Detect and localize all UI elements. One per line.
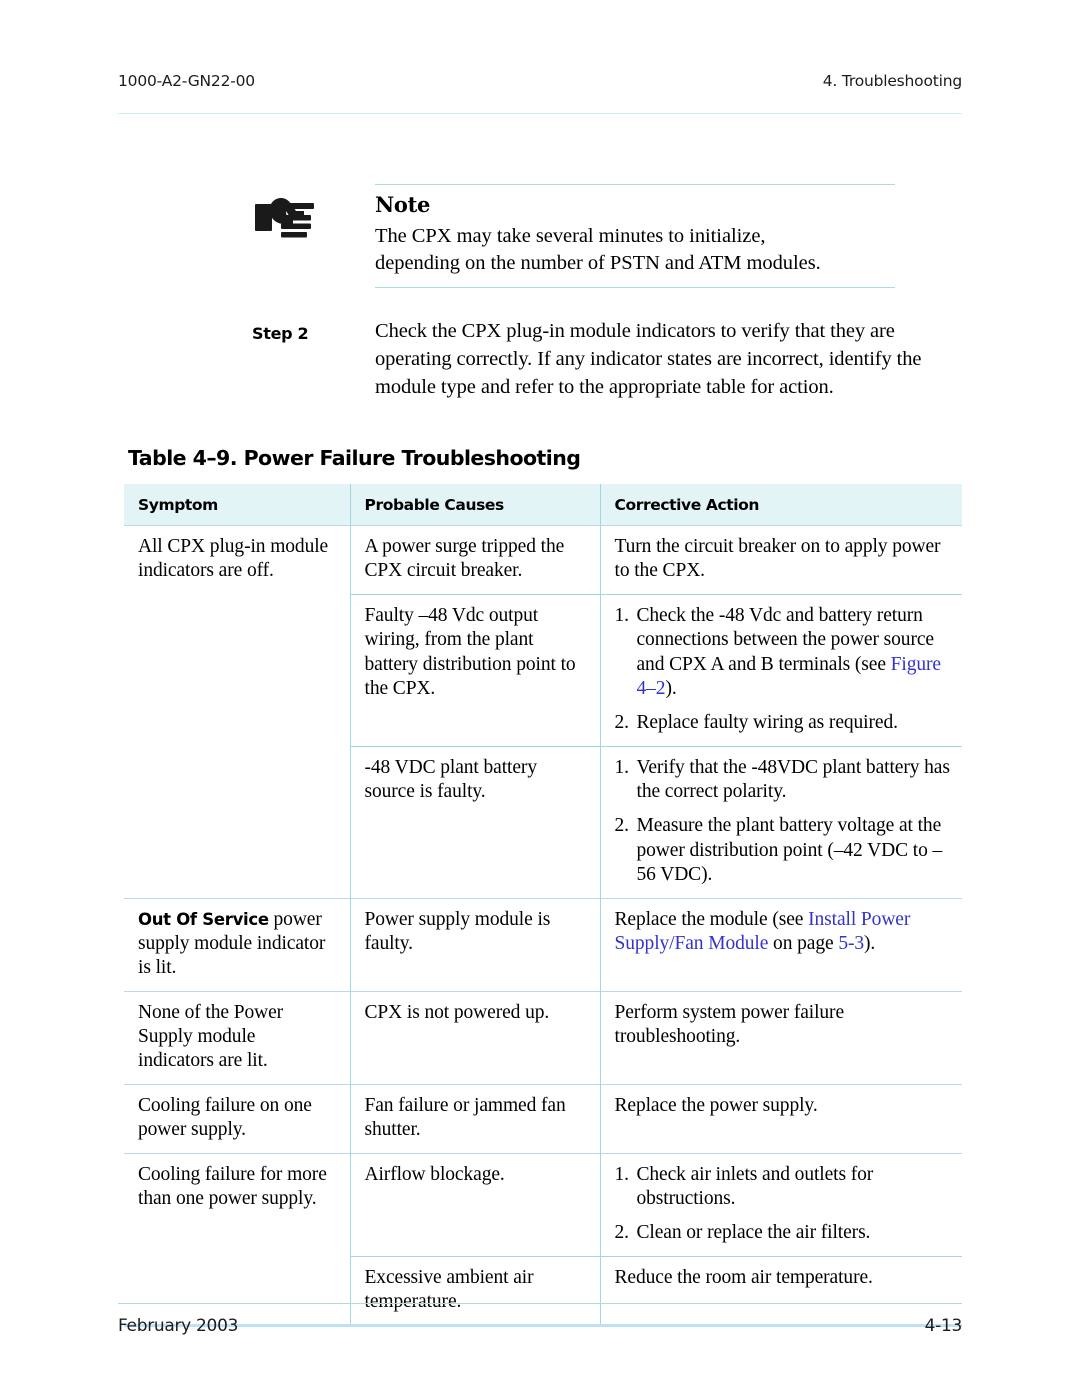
- note-bottom-rule: [375, 287, 895, 289]
- list-item: 1. Verify that the -48VDC plant battery h…: [615, 756, 955, 805]
- cell-action: 1. Check the -48 Vdc and battery return c…: [600, 593, 962, 747]
- symptom-bold-term: Out Of Service: [138, 909, 269, 929]
- list-item-number: 1.: [614, 1163, 630, 1185]
- cell-cause: Power supply module is faulty.: [350, 897, 601, 992]
- list-item-text: Clean or replace the air filters.: [636, 1222, 871, 1244]
- cell-cause: Faulty –48 Vdc output wiring, from the p…: [350, 593, 601, 747]
- footer-page-number: 4-13: [924, 1316, 963, 1336]
- cell-action: Replace the power supply.: [600, 1083, 962, 1153]
- cell-cause: Fan failure or jammed fan shutter.: [350, 1083, 601, 1153]
- list-item-text: Check the -48 Vdc and battery return con…: [636, 604, 935, 675]
- list-item-number: 2.: [614, 1222, 630, 1244]
- note-block: Note The CPX may take several minutes to…: [255, 184, 962, 289]
- list-item-text-tail: ).: [665, 677, 677, 699]
- table-row: All CPX plug-in module indicators are of…: [124, 525, 962, 898]
- cell-cause: A power surge tripped the CPX circuit br…: [350, 525, 601, 595]
- table-row: Cooling failure on one power supply. Fan…: [124, 1083, 962, 1153]
- pointing-hand-icon: [255, 185, 375, 241]
- footer-date: February 2003: [118, 1316, 239, 1336]
- cell-action: 1. Verify that the -48VDC plant battery h…: [600, 745, 962, 898]
- column-header-symptom: Symptom: [124, 484, 351, 526]
- list-item-number: 1.: [614, 604, 630, 626]
- list-item-number: 2.: [614, 712, 630, 734]
- note-line-2: depending on the number of PSTN and ATM …: [375, 252, 821, 275]
- cell-cause: Airflow blockage.: [350, 1152, 601, 1257]
- page-reference-link[interactable]: 5-3: [838, 933, 864, 954]
- header-rule: [118, 113, 962, 114]
- footer-rule: [118, 1303, 962, 1304]
- table-row: None of the Power Supply module indicato…: [124, 990, 962, 1085]
- header-section: 4. Troubleshooting: [822, 72, 962, 90]
- cell-symptom: All CPX plug-in module indicators are of…: [124, 525, 351, 898]
- note-line-1: The CPX may take several minutes to init…: [375, 225, 766, 248]
- cell-symptom: None of the Power Supply module indicato…: [124, 990, 351, 1085]
- cell-cause: -48 VDC plant battery source is faulty.: [350, 745, 601, 898]
- action-text-pre: Replace the module (see: [614, 908, 809, 930]
- cell-action: Reduce the room air temperature.: [600, 1255, 962, 1325]
- cell-cause: Excessive ambient air temperature.: [350, 1255, 601, 1325]
- running-footer: February 2003 4-13: [118, 1316, 962, 1336]
- cell-symptom: Cooling failure on one power supply.: [124, 1083, 351, 1153]
- step-label: Step 2: [252, 324, 309, 343]
- cell-symptom: Cooling failure for more than one power …: [124, 1152, 351, 1325]
- list-item-text: Verify that the -48VDC plant battery has…: [636, 756, 950, 802]
- list-item: 2. Measure the plant battery voltage at t…: [615, 814, 955, 887]
- list-item-number: 1.: [614, 756, 630, 778]
- table-row: Out Of Service power supply module indic…: [124, 897, 962, 992]
- power-failure-troubleshooting-table: Symptom Probable Causes Corrective Actio…: [124, 484, 962, 1325]
- list-item: 2. Clean or replace the air filters.: [615, 1221, 955, 1245]
- action-list: 1. Check the -48 Vdc and battery return c…: [615, 604, 955, 736]
- list-item-text: Measure the plant battery voltage at the…: [636, 815, 943, 886]
- header-doc-number: 1000-A2-GN22-00: [118, 72, 255, 90]
- running-header: 1000-A2-GN22-00 4. Troubleshooting: [118, 72, 962, 90]
- document-page: 1000-A2-GN22-00 4. Troubleshooting Note …: [0, 0, 1080, 1397]
- list-item: 2. Replace faulty wiring as required.: [615, 711, 955, 735]
- table-caption: Table 4–9. Power Failure Troubleshooting: [128, 446, 581, 470]
- action-list: 1. Check air inlets and outlets for obstr…: [615, 1163, 955, 1246]
- list-item-text: Replace faulty wiring as required.: [636, 712, 898, 734]
- column-header-corrective-action: Corrective Action: [600, 484, 962, 526]
- cell-action: 1. Check air inlets and outlets for obstr…: [600, 1152, 962, 1257]
- note-title: Note: [375, 192, 431, 217]
- list-item: 1. Check the -48 Vdc and battery return c…: [615, 604, 955, 702]
- list-item: 1. Check air inlets and outlets for obstr…: [615, 1163, 955, 1212]
- action-list: 1. Verify that the -48VDC plant battery h…: [615, 756, 955, 888]
- cell-cause: CPX is not powered up.: [350, 990, 601, 1085]
- list-item-number: 2.: [614, 815, 630, 837]
- table-header-row: Symptom Probable Causes Corrective Actio…: [124, 484, 962, 526]
- action-text-post: ).: [864, 932, 876, 954]
- step-text: Check the CPX plug-in module indicators …: [375, 320, 922, 398]
- cell-action: Perform system power failure troubleshoo…: [600, 990, 962, 1085]
- cell-symptom: Out Of Service power supply module indic…: [124, 897, 351, 992]
- action-text-mid: on page: [768, 932, 839, 954]
- column-header-probable-causes: Probable Causes: [350, 484, 601, 526]
- cell-action: Replace the module (see Install Power Su…: [600, 897, 962, 992]
- list-item-text: Check air inlets and outlets for obstruc…: [636, 1163, 874, 1209]
- step-block: Step 2 Check the CPX plug-in module indi…: [252, 318, 964, 402]
- cell-action: Turn the circuit breaker on to apply pow…: [600, 525, 962, 595]
- table-row: Cooling failure for more than one power …: [124, 1152, 962, 1325]
